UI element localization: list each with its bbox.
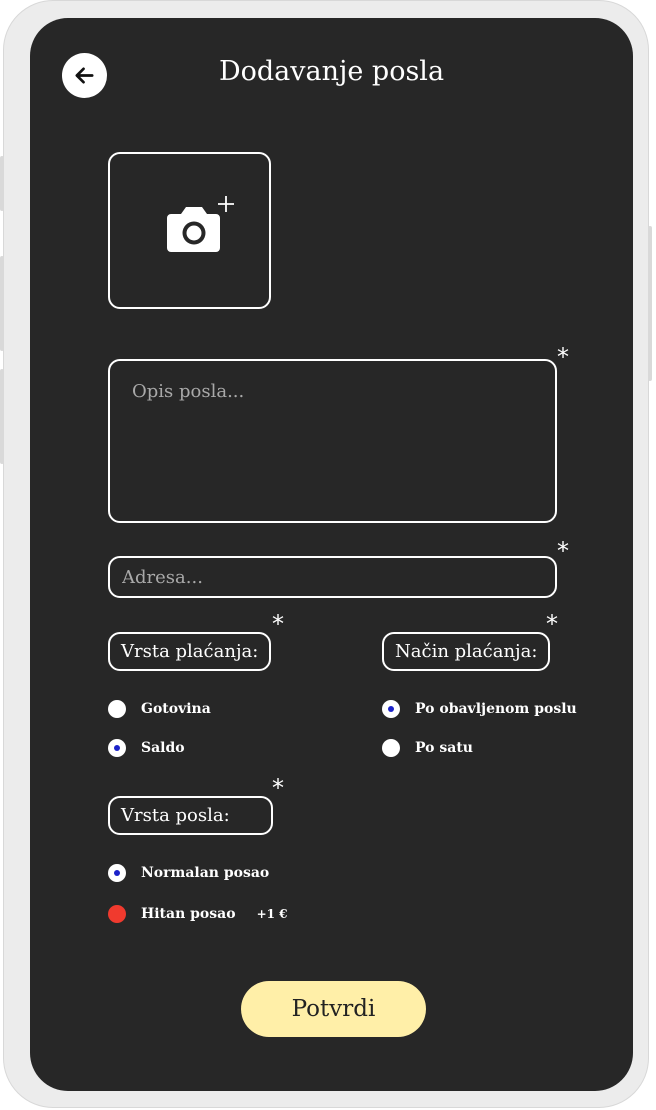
radio-indicator-selected	[382, 700, 400, 718]
radio-method-per-job[interactable]: Po obavljenom poslu	[382, 700, 577, 718]
radio-label: Gotovina	[141, 701, 211, 717]
device-side-button	[0, 369, 4, 464]
urgent-indicator	[108, 905, 126, 923]
urgent-surcharge: +1 €	[256, 907, 288, 921]
job-type-label: Vrsta posla:	[108, 796, 273, 835]
radio-payment-balance[interactable]: Saldo	[108, 739, 185, 757]
device-side-button	[648, 226, 652, 381]
submit-button[interactable]: Potvrdi	[241, 981, 426, 1037]
radio-payment-cash[interactable]: Gotovina	[108, 700, 211, 718]
radio-label: Po satu	[415, 740, 473, 756]
required-asterisk: *	[272, 610, 284, 638]
app-screen: Dodavanje posla * * * Vrsta plaćanja: Go…	[30, 18, 633, 1091]
device-side-button	[0, 256, 4, 351]
radio-indicator-selected	[108, 739, 126, 757]
radio-label: Po obavljenom poslu	[415, 701, 577, 717]
payment-method-label: Način plaćanja:	[382, 632, 551, 671]
add-photo-button[interactable]	[108, 152, 271, 309]
radio-label: Normalan posao	[141, 865, 270, 881]
radio-label: Hitan posao	[141, 906, 236, 922]
radio-job-urgent[interactable]: Hitan posao +1 €	[108, 905, 288, 923]
required-asterisk: *	[546, 610, 558, 638]
radio-job-normal[interactable]: Normalan posao	[108, 864, 269, 882]
radio-label: Saldo	[141, 740, 185, 756]
radio-indicator	[108, 700, 126, 718]
page-title: Dodavanje posla	[218, 56, 445, 87]
camera-add-icon	[167, 196, 234, 252]
payment-type-label: Vrsta plaćanja:	[108, 632, 272, 671]
radio-indicator-selected	[108, 864, 126, 882]
required-asterisk: *	[272, 774, 284, 802]
radio-method-per-hour[interactable]: Po satu	[382, 739, 473, 757]
address-input[interactable]	[108, 556, 557, 598]
required-asterisk: *	[557, 343, 569, 371]
required-asterisk: *	[557, 537, 569, 565]
job-description-input[interactable]	[108, 359, 557, 523]
device-side-button	[0, 156, 4, 211]
radio-indicator	[382, 739, 400, 757]
device-frame: Dodavanje posla * * * Vrsta plaćanja: Go…	[0, 0, 652, 1108]
